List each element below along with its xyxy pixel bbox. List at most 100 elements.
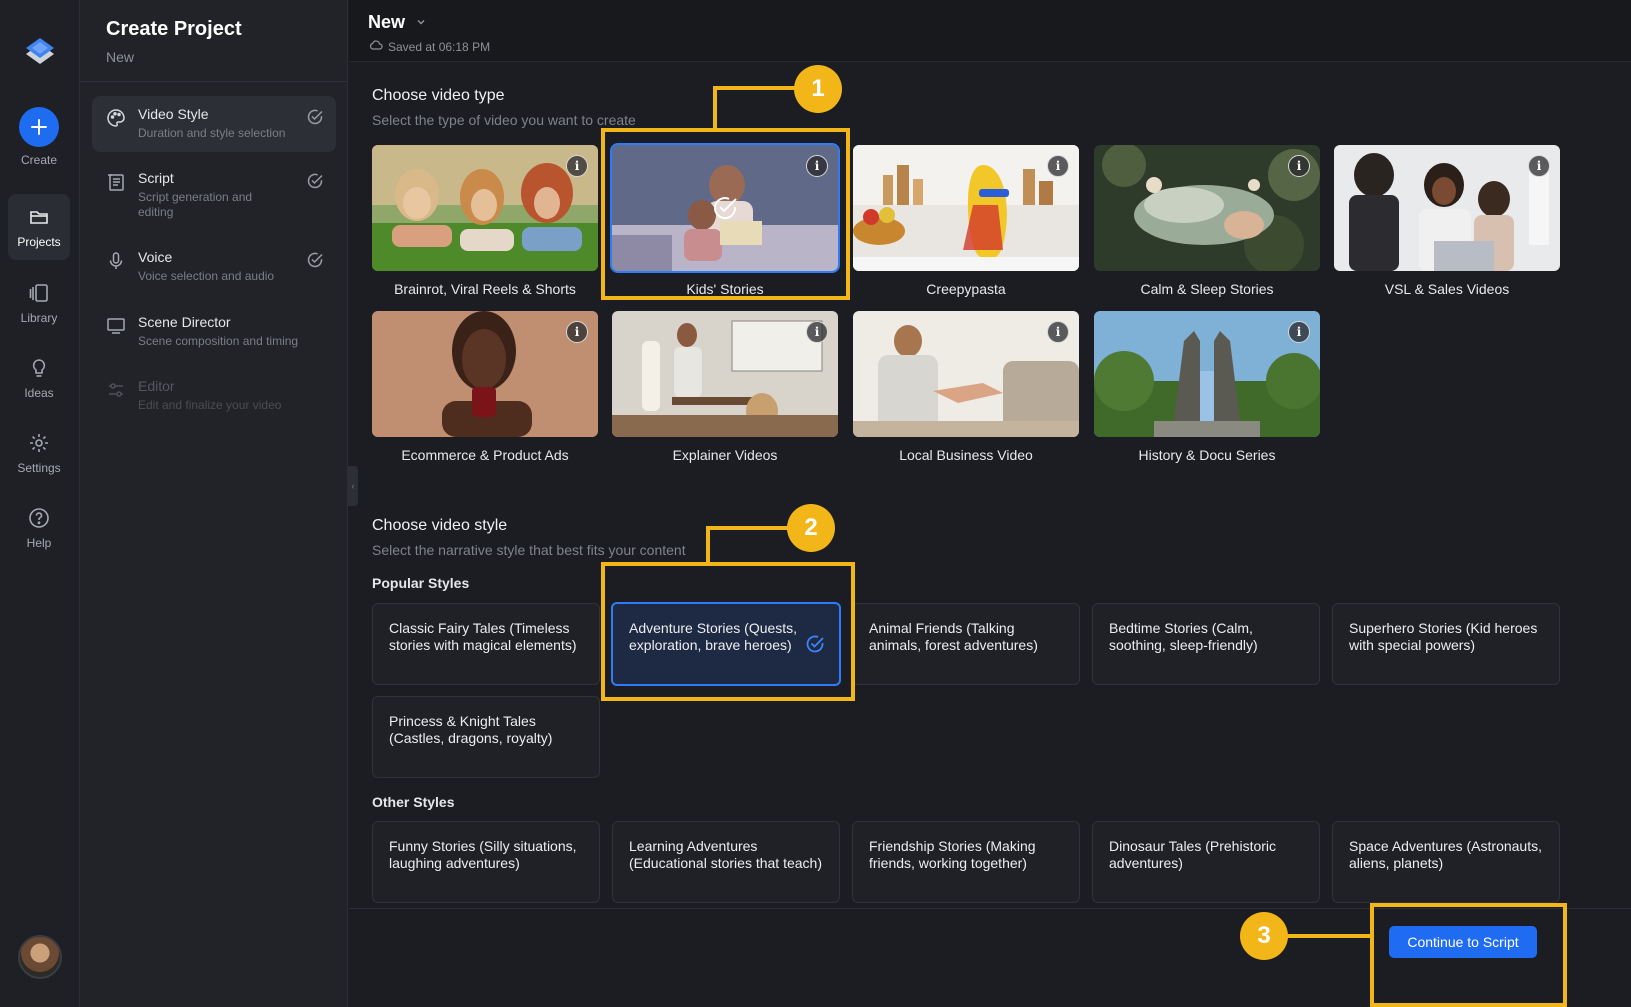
- step-scene-director[interactable]: Scene Director Scene composition and tim…: [92, 304, 336, 360]
- thumbnail-image: i: [1334, 145, 1560, 271]
- video-type-label: Creepypasta: [926, 281, 1006, 297]
- step-desc: Script generation and editing: [138, 190, 253, 219]
- style-card-learning-adventures[interactable]: Learning Adventures (Educational stories…: [612, 821, 840, 903]
- step-desc: Scene composition and timing: [138, 334, 299, 348]
- annotation-badge-3: 3: [1240, 912, 1288, 960]
- info-icon[interactable]: i: [806, 321, 828, 343]
- video-type-label: Ecommerce & Product Ads: [401, 447, 569, 463]
- annotation-box-2: [601, 562, 855, 701]
- project-name-dropdown[interactable]: New: [368, 12, 427, 33]
- info-icon[interactable]: i: [1288, 155, 1310, 177]
- save-status: Saved at 06:18 PM: [369, 39, 490, 54]
- app-window: Create Projects Library Ideas Settings H…: [0, 0, 1631, 1007]
- step-title: Video Style: [138, 106, 209, 122]
- main-content: Choose video type Select the type of vid…: [349, 62, 1631, 908]
- check-circle-icon: [306, 108, 324, 126]
- step-desc: Voice selection and audio: [138, 269, 275, 283]
- style-card-friendship-stories[interactable]: Friendship Stories (Making friends, work…: [852, 821, 1080, 903]
- step-script[interactable]: Script Script generation and editing: [92, 160, 336, 226]
- rail-ideas-button[interactable]: Ideas: [8, 345, 70, 411]
- rail-help-button[interactable]: Help: [8, 495, 70, 561]
- annotation-badge-2: 2: [787, 504, 835, 552]
- topbar: New Saved at 06:18 PM: [349, 0, 1631, 62]
- library-icon: [27, 281, 51, 305]
- info-icon[interactable]: i: [566, 155, 588, 177]
- help-icon: [27, 506, 51, 530]
- thumbnail-image: i: [853, 145, 1079, 271]
- style-card-classic-fairy-tales[interactable]: Classic Fairy Tales (Timeless stories wi…: [372, 603, 600, 685]
- style-card-bedtime-stories[interactable]: Bedtime Stories (Calm, soothing, sleep-f…: [1092, 603, 1320, 685]
- style-card-dinosaur-tales[interactable]: Dinosaur Tales (Prehistoric adventures): [1092, 821, 1320, 903]
- info-icon[interactable]: i: [566, 321, 588, 343]
- thumbnail-image: i: [372, 145, 598, 271]
- rail-settings-label: Settings: [17, 461, 61, 475]
- cloud-icon: [369, 39, 383, 54]
- rail-create-button[interactable]: Create: [8, 104, 70, 170]
- video-type-label: Calm & Sleep Stories: [1140, 281, 1274, 297]
- video-type-label: VSL & Sales Videos: [1384, 281, 1510, 297]
- rail-library-label: Library: [20, 311, 58, 325]
- video-type-card-vsl-sales[interactable]: i VSL & Sales Videos: [1334, 145, 1560, 305]
- thumbnail-image: i: [372, 311, 598, 437]
- step-title: Voice: [138, 249, 173, 265]
- style-card-funny-stories[interactable]: Funny Stories (Silly situations, laughin…: [372, 821, 600, 903]
- check-circle-icon: [306, 251, 324, 269]
- step-title: Editor: [138, 378, 175, 394]
- video-type-label: History & Docu Series: [1138, 447, 1276, 463]
- steps-panel: Create Project New Video Style Duration …: [80, 0, 348, 1007]
- video-type-subtitle: Select the type of video you want to cre…: [372, 112, 636, 128]
- annotation-connector-1b: [713, 86, 797, 90]
- popular-styles-title: Popular Styles: [372, 575, 470, 591]
- style-card-space-adventures[interactable]: Space Adventures (Astronauts, aliens, pl…: [1332, 821, 1560, 903]
- step-editor: Editor Edit and finalize your video: [92, 368, 336, 424]
- video-type-label: Explainer Videos: [672, 447, 778, 463]
- info-icon[interactable]: i: [1528, 155, 1550, 177]
- other-styles-title: Other Styles: [372, 794, 455, 810]
- info-icon[interactable]: i: [1047, 155, 1069, 177]
- rail-create-label: Create: [20, 153, 58, 167]
- info-icon[interactable]: i: [1047, 321, 1069, 343]
- annotation-box-3: [1370, 903, 1567, 1007]
- video-type-card-history-docu[interactable]: i History & Docu Series: [1094, 311, 1320, 471]
- step-video-style[interactable]: Video Style Duration and style selection: [92, 96, 336, 152]
- user-avatar[interactable]: [18, 935, 62, 979]
- video-type-card-explainer[interactable]: i Explainer Videos: [612, 311, 838, 471]
- style-card-superhero-stories[interactable]: Superhero Stories (Kid heroes with speci…: [1332, 603, 1560, 685]
- video-type-card-calm-sleep[interactable]: i Calm & Sleep Stories: [1094, 145, 1320, 305]
- plus-icon: [19, 107, 59, 147]
- lightbulb-icon: [27, 356, 51, 380]
- sliders-icon: [106, 380, 126, 400]
- steps-title: Create Project: [106, 18, 242, 40]
- thumbnail-image: i: [1094, 145, 1320, 271]
- rail-projects-button[interactable]: Projects: [8, 194, 70, 260]
- chevron-down-icon: [415, 12, 427, 33]
- video-type-card-ecommerce[interactable]: i Ecommerce & Product Ads: [372, 311, 598, 471]
- video-style-title: Choose video style: [372, 517, 508, 534]
- step-title: Script: [138, 170, 174, 186]
- step-voice[interactable]: Voice Voice selection and audio: [92, 239, 336, 295]
- video-type-label: Local Business Video: [899, 447, 1033, 463]
- annotation-connector-2: [706, 526, 710, 564]
- gear-icon: [27, 431, 51, 455]
- video-type-card-brainrot[interactable]: i Brainrot, Viral Reels & Shorts: [372, 145, 598, 305]
- annotation-connector-2b: [706, 526, 790, 530]
- rail-settings-button[interactable]: Settings: [8, 420, 70, 486]
- monitor-icon: [106, 316, 126, 336]
- app-logo[interactable]: [18, 30, 62, 74]
- info-icon[interactable]: i: [1288, 321, 1310, 343]
- step-desc: Duration and style selection: [138, 126, 286, 140]
- video-style-subtitle: Select the narrative style that best fit…: [372, 542, 686, 558]
- video-type-title: Choose video type: [372, 87, 505, 104]
- rail-library-button[interactable]: Library: [8, 270, 70, 336]
- thumbnail-image: i: [853, 311, 1079, 437]
- video-type-card-local-business[interactable]: i Local Business Video: [853, 311, 1079, 471]
- folder-icon: [27, 205, 51, 229]
- step-title: Scene Director: [138, 314, 231, 330]
- thumbnail-image: i: [612, 311, 838, 437]
- video-type-card-creepypasta[interactable]: i Creepypasta: [853, 145, 1079, 305]
- style-card-animal-friends[interactable]: Animal Friends (Talking animals, forest …: [852, 603, 1080, 685]
- thumbnail-image: i: [1094, 311, 1320, 437]
- style-card-princess-knight[interactable]: Princess & Knight Tales (Castles, dragon…: [372, 696, 600, 778]
- project-name: New: [368, 12, 406, 32]
- rail-projects-label: Projects: [17, 235, 61, 249]
